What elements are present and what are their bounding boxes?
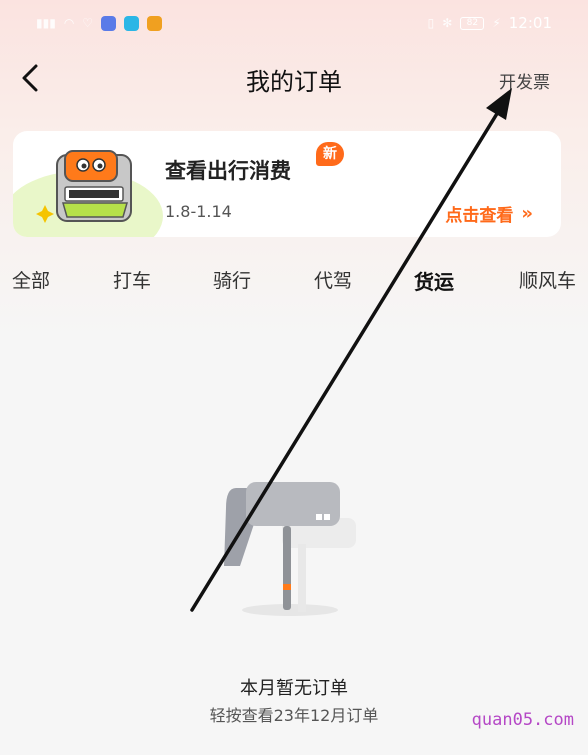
tab-cycling[interactable]: 骑行 [213, 266, 251, 293]
tab-all[interactable]: 全部 [12, 266, 50, 293]
charging-icon: ⚡ [492, 16, 501, 30]
travel-spending-banner[interactable]: 查看出行消费 1.8-1.14 点击查看 » [13, 131, 561, 237]
tab-freight-label: 货运 [414, 270, 454, 294]
empty-mailbox-icon [224, 482, 356, 616]
banner-date-range: 1.8-1.14 [165, 202, 232, 221]
status-left: ▮▮▮ ◠ ♡ [36, 15, 163, 31]
banner-view-link[interactable]: 点击查看 » [445, 201, 533, 226]
app-music-icon [101, 15, 117, 31]
data-icon: ♡ [82, 16, 94, 30]
banner-link-label: 点击查看 [445, 206, 514, 226]
new-badge: 新 [316, 142, 344, 166]
clock: 12:01 [508, 14, 552, 32]
tab-designated-driver[interactable]: 代驾 [314, 266, 352, 293]
watermark: quan05.com [471, 710, 574, 730]
tab-taxi[interactable]: 打车 [113, 266, 151, 293]
signal-icon: ▮▮▮ [36, 16, 56, 30]
vibrate-icon: ▯ [427, 16, 435, 30]
battery-icon: 82 [460, 16, 485, 30]
app-notes-icon [147, 15, 163, 31]
empty-state-title: 本月暂无订单 [240, 678, 348, 699]
receipt-mascot-icon [36, 150, 132, 223]
bluetooth-icon: ✻ [442, 16, 453, 30]
order-type-tabs: 全部 打车 骑行 代驾 货运 顺风车 [0, 260, 588, 304]
banner-title: 查看出行消费 [165, 159, 291, 183]
status-right: ▯ ✻ 82 ⚡ 12:01 [428, 14, 552, 32]
invoice-button[interactable]: 开发票 [499, 68, 550, 93]
status-bar: ▮▮▮ ◠ ♡ ▯ ✻ 82 ⚡ 12:01 [0, 0, 588, 46]
app-folder-icon [124, 15, 140, 31]
tab-freight[interactable]: 货运 [412, 266, 464, 299]
wifi-icon: ◠ [63, 16, 75, 30]
tab-carpool[interactable]: 顺风车 [519, 266, 576, 293]
double-chevron-right-icon: » [521, 203, 533, 224]
